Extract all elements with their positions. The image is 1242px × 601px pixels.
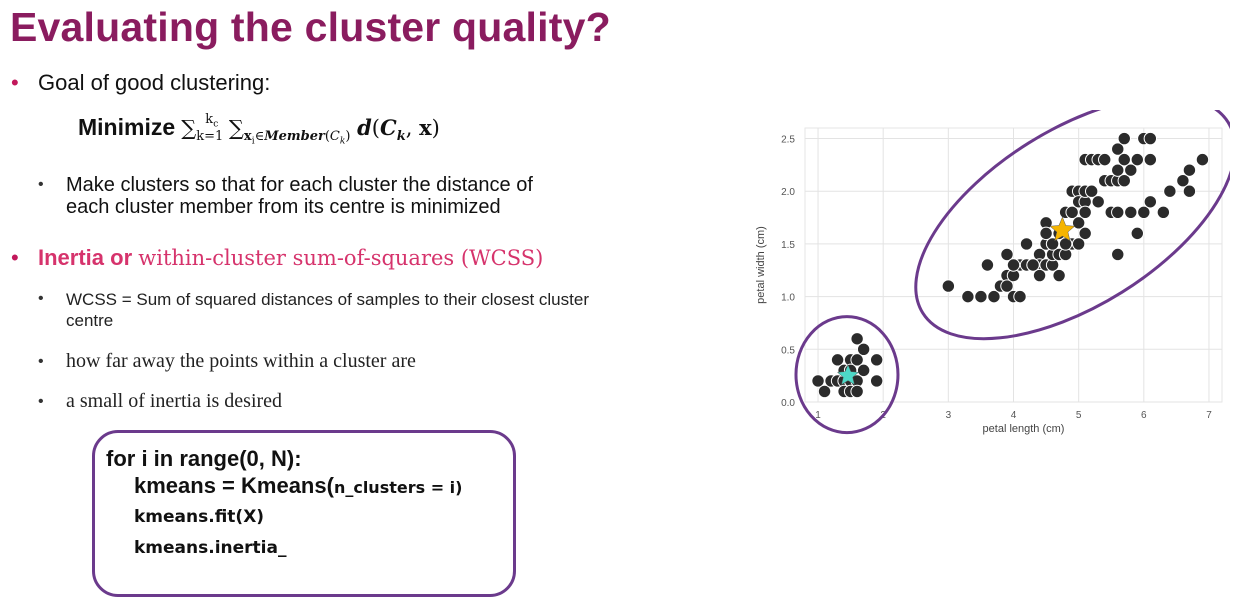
data-point (941, 279, 956, 293)
bullet-marker: • (11, 70, 19, 95)
data-point (1143, 131, 1158, 146)
x-tick-label: 4 (1011, 410, 1017, 421)
data-point (1078, 205, 1092, 220)
data-point (856, 342, 871, 357)
how-far-text: how far away the points within a cluster… (66, 350, 416, 372)
x-tick-label: 7 (1206, 410, 1212, 421)
code-line-2-main: kmeans = Kmeans( (134, 473, 334, 498)
data-point (1091, 195, 1105, 209)
x-axis-label: petal length (cm) (983, 423, 1065, 435)
code-line-4: kmeans.inertia_ (134, 538, 287, 558)
data-point (1156, 205, 1171, 220)
data-point (1071, 237, 1086, 251)
data-point (850, 384, 864, 399)
objective-formula: Minimize ∑k=1kc ∑xi∈Member(Ck) d(Ck, x) (78, 112, 440, 147)
y-tick-label: 0.0 (781, 398, 795, 409)
y-tick-label: 1.0 (781, 293, 795, 304)
data-point (869, 353, 884, 367)
data-point (1182, 184, 1197, 198)
data-point (1019, 237, 1034, 251)
inertia-heading: Inertia or within-cluster sum-of-squares… (38, 245, 543, 271)
make-clusters-text: Make clusters so that for each cluster t… (66, 174, 533, 218)
formula-word: Minimize (78, 114, 176, 140)
data-point (1130, 226, 1144, 241)
data-point (980, 258, 995, 272)
data-point (1143, 195, 1158, 209)
sub-bullet-marker: • (38, 353, 44, 370)
data-point (1117, 131, 1131, 146)
data-point (1013, 289, 1027, 304)
y-tick-label: 0.5 (781, 345, 795, 356)
code-line-1: for i in range(0, N): (106, 446, 302, 471)
formula-math: ∑k=1kc ∑xi∈Member(Ck) d(Ck, x) (181, 112, 440, 147)
data-point (1111, 205, 1125, 220)
data-point (856, 363, 871, 378)
data-point (1111, 247, 1125, 262)
sub-bullet-marker: • (38, 393, 44, 410)
sub-bullet-marker: • (38, 176, 44, 193)
x-tick-label: 6 (1141, 410, 1147, 421)
data-point (1006, 258, 1021, 272)
y-axis-label: petal width (cm) (755, 226, 767, 304)
x-tick-label: 5 (1076, 410, 1082, 421)
y-tick-label: 2.5 (781, 135, 795, 146)
bullet-marker: • (11, 245, 19, 270)
code-line-2-arg: n_clusters = i) (333, 478, 463, 497)
code-line-3: kmeans.fit(X) (134, 507, 265, 527)
data-point (1026, 258, 1040, 272)
data-point (869, 374, 884, 388)
inertia-wcss: within-cluster sum-of-squares (WCSS) (138, 246, 544, 270)
data-point (1052, 268, 1066, 283)
inertia-label: Inertia or (38, 245, 133, 270)
data-point (961, 289, 975, 304)
data-point (1124, 205, 1138, 220)
data-point (1195, 152, 1210, 167)
data-point (1039, 226, 1053, 241)
data-point (1182, 163, 1197, 177)
petal-scatter-chart: 1 2 3 4 5 6 70.00.51.01.52.02.5petal length (c… (755, 110, 1230, 435)
data-point (1163, 184, 1177, 198)
data-point (974, 289, 988, 304)
x-tick-label: 3 (946, 410, 952, 421)
y-tick-label: 2.0 (781, 187, 795, 198)
data-point (1098, 152, 1112, 167)
wcss-definition: WCSS = Sum of squared distances of sampl… (66, 290, 589, 330)
data-point (1130, 152, 1144, 167)
goal-text: Goal of good clustering: (38, 70, 271, 95)
sub-bullet-marker: • (38, 290, 44, 307)
slide-title: Evaluating the cluster quality? (10, 4, 611, 50)
code-line-2: kmeans = Kmeans(n_clusters = i) (134, 473, 462, 499)
small-inertia-text: a small of inertia is desired (66, 390, 283, 412)
y-tick-label: 1.5 (781, 240, 795, 251)
data-point (1143, 152, 1158, 167)
